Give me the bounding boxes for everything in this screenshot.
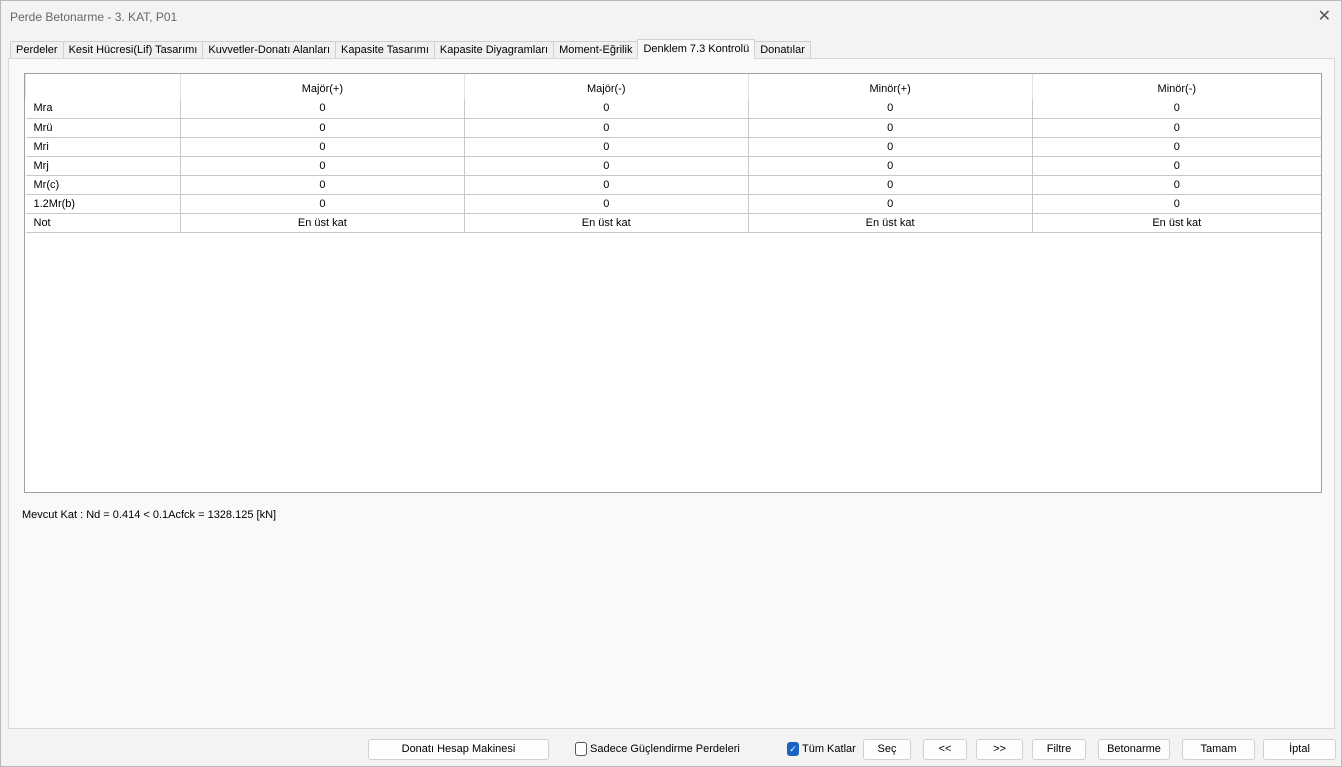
column-header	[25, 74, 181, 99]
column-header: Majör(+)	[179, 74, 465, 99]
table-cell: 0	[179, 175, 465, 195]
tab-panel: Majör(+) Majör(-) Minör(+) Minör(-) Mra 0 0 0 0…	[8, 58, 1335, 729]
table-cell: 0	[463, 118, 749, 138]
table-cell: En üst kat	[1031, 213, 1321, 233]
all-floors-checkbox[interactable]: ✓ Tüm Katlar	[787, 742, 856, 756]
previous-button[interactable]: <<	[923, 739, 967, 760]
row-label: Not	[25, 213, 181, 233]
checkbox-label: Sadece Güçlendirme Perdeleri	[590, 743, 740, 755]
table-cell: 0	[179, 99, 465, 119]
close-icon[interactable]: ✕	[1318, 6, 1331, 26]
table-cell: 0	[1031, 175, 1321, 195]
column-header: Minör(+)	[747, 74, 1033, 99]
table-cell: 0	[747, 194, 1033, 214]
row-label: Mr(c)	[25, 175, 181, 195]
table-cell: En üst kat	[179, 213, 465, 233]
table-cell: 0	[1031, 137, 1321, 157]
table-row: Mri 0 0 0 0	[25, 137, 1321, 157]
row-label: 1.2Mr(b)	[25, 194, 181, 214]
table-cell: En üst kat	[747, 213, 1033, 233]
row-label: Mrj	[25, 156, 181, 176]
table-cell: 0	[179, 194, 465, 214]
table-cell: 0	[747, 118, 1033, 138]
table-cell: En üst kat	[463, 213, 749, 233]
tab-4[interactable]: Kapasite Diyagramları	[433, 41, 555, 59]
select-button[interactable]: Seç	[863, 739, 911, 760]
tab-2[interactable]: Kuvvetler-Donatı Alanları	[202, 41, 337, 59]
checkbox-box[interactable]	[575, 742, 587, 756]
tab-1[interactable]: Kesit Hücresi(Lif) Tasarımı	[62, 41, 204, 59]
filter-button[interactable]: Filtre	[1032, 739, 1086, 760]
column-header: Majör(-)	[463, 74, 749, 99]
tab-5[interactable]: Moment-Eğrilik	[553, 41, 639, 59]
cancel-button[interactable]: İptal	[1263, 739, 1336, 760]
table-cell: 0	[463, 194, 749, 214]
results-table: Majör(+) Majör(-) Minör(+) Minör(-) Mra 0 0 0 0…	[25, 74, 1321, 233]
concrete-button[interactable]: Betonarme	[1098, 739, 1170, 760]
table-row: Mr(c) 0 0 0 0	[25, 175, 1321, 195]
table-row: Mrj 0 0 0 0	[25, 156, 1321, 176]
table-cell: 0	[747, 175, 1033, 195]
row-label: Mra	[25, 99, 181, 119]
status-text: Mevcut Kat : Nd = 0.414 < 0.1Acfck = 132…	[22, 509, 277, 521]
table-row: Not En üst kat En üst kat En üst kat En üst …	[25, 213, 1321, 233]
table-cell: 0	[1031, 99, 1321, 119]
window-title: Perde Betonarme - 3. KAT, P01	[10, 10, 178, 24]
ok-button[interactable]: Tamam	[1182, 739, 1255, 760]
table-cell: 0	[179, 137, 465, 157]
table-row: Mra 0 0 0 0	[25, 99, 1321, 119]
only-strengthening-checkbox[interactable]: Sadece Güçlendirme Perdeleri	[575, 742, 740, 756]
table-cell: 0	[747, 137, 1033, 157]
table-row: Mrü 0 0 0 0	[25, 118, 1321, 138]
table-cell: 0	[1031, 156, 1321, 176]
next-button[interactable]: >>	[976, 739, 1023, 760]
table-cell: 0	[747, 156, 1033, 176]
table-cell: 0	[463, 156, 749, 176]
row-label: Mrü	[25, 118, 181, 138]
tab-7[interactable]: Donatılar	[754, 41, 811, 59]
table-cell: 0	[463, 175, 749, 195]
checkmark-icon[interactable]: ✓	[787, 742, 799, 756]
table-cell: 0	[463, 99, 749, 119]
table-cell: 0	[747, 99, 1033, 119]
tab-6[interactable]: Denklem 7.3 Kontrolü	[637, 39, 756, 59]
results-table-container: Majör(+) Majör(-) Minör(+) Minör(-) Mra 0 0 0 0…	[24, 73, 1322, 493]
table-row: 1.2Mr(b) 0 0 0 0	[25, 194, 1321, 214]
tab-3[interactable]: Kapasite Tasarımı	[335, 41, 435, 59]
tab-0[interactable]: Perdeler	[10, 41, 64, 59]
table-cell: 0	[463, 137, 749, 157]
table-cell: 0	[179, 156, 465, 176]
donati-calculator-button[interactable]: Donatı Hesap Makinesi	[368, 739, 549, 760]
column-header: Minör(-)	[1031, 74, 1321, 99]
table-cell: 0	[1031, 118, 1321, 138]
tab-bar: Perdeler Kesit Hücresi(Lif) Tasarımı Kuvve…	[10, 39, 811, 59]
checkbox-label: Tüm Katlar	[802, 743, 856, 755]
table-cell: 0	[1031, 194, 1321, 214]
row-label: Mri	[25, 137, 181, 157]
table-cell: 0	[179, 118, 465, 138]
